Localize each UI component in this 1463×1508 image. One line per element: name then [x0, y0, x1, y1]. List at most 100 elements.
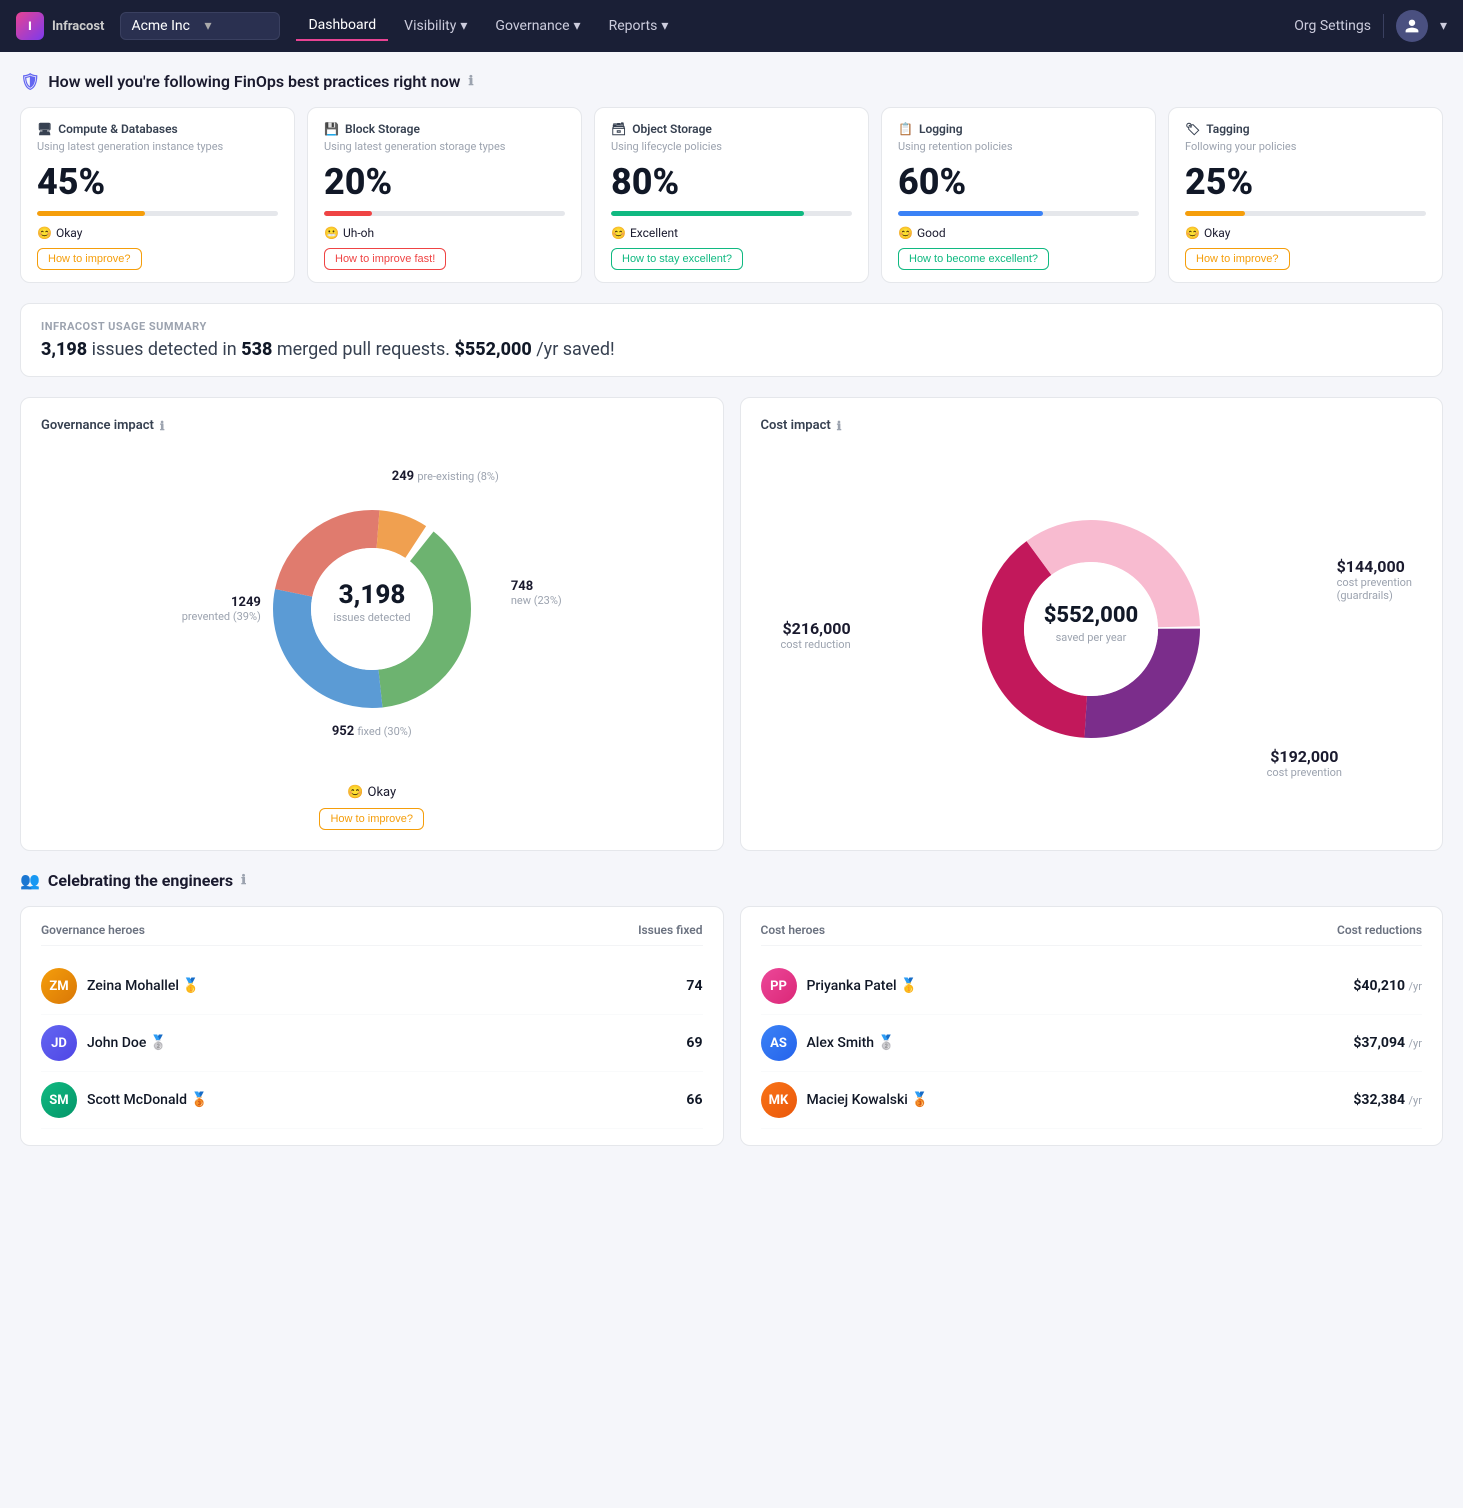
- card-percent-tagging: 25%: [1185, 161, 1426, 203]
- info-icon-header: ℹ: [468, 74, 473, 89]
- card-title-block: 💾 Block Storage: [324, 122, 565, 136]
- finops-card-object: 🗃 Object Storage Using lifecycle policie…: [594, 107, 869, 283]
- card-title-object: 🗃 Object Storage: [611, 122, 852, 136]
- card-status-block: 😬 Uh-oh: [324, 226, 565, 240]
- cost-heroes-card: Cost heroes Cost reductions PP Priyanka …: [740, 906, 1444, 1146]
- user-avatar[interactable]: [1396, 10, 1428, 42]
- org-settings-link[interactable]: Org Settings: [1294, 18, 1371, 34]
- cost-avatar-2: MK: [761, 1082, 797, 1118]
- nav-dashboard[interactable]: Dashboard: [296, 11, 388, 41]
- summary-label: INFRACOST USAGE SUMMARY: [41, 320, 1422, 333]
- governance-improve-btn[interactable]: How to improve?: [319, 808, 424, 830]
- governance-donut-svg: 3,198 issues detected: [262, 499, 482, 719]
- celebrating-title: Celebrating the engineers: [48, 871, 233, 890]
- governance-status-icon: 😊: [347, 785, 363, 800]
- nav-divider: [1383, 14, 1384, 38]
- governance-hero-name-2: Scott McDonald 🥉: [87, 1092, 676, 1108]
- governance-hero-name-0: Zeina Mohallel 🥇: [87, 978, 676, 994]
- cost-hero-row-1: AS Alex Smith 🥈 $37,094 /yr: [761, 1015, 1423, 1072]
- nav-visibility[interactable]: Visibility ▾: [392, 12, 479, 40]
- cost-reductions-col: Cost reductions: [1337, 923, 1422, 937]
- improve-btn-object[interactable]: How to stay excellent?: [611, 248, 743, 270]
- cost-hero-name-2: Maciej Kowalski 🥉: [807, 1092, 1344, 1108]
- summary-savings: $552,000: [454, 339, 531, 360]
- finops-grid: 🖥 Compute & Databases Using latest gener…: [20, 107, 1443, 283]
- shield-icon: 🛡: [20, 72, 40, 91]
- celebrating-info-icon: ℹ: [241, 873, 246, 888]
- svg-text:saved per year: saved per year: [1056, 631, 1127, 644]
- cost-heroes-header: Cost heroes Cost reductions: [761, 923, 1423, 946]
- progress-fill-compute: [37, 211, 145, 216]
- org-selector[interactable]: Acme Inc ▾: [120, 12, 280, 40]
- card-title-compute: 🖥 Compute & Databases: [37, 122, 278, 136]
- summary-banner: INFRACOST USAGE SUMMARY 3,198 issues det…: [20, 303, 1443, 377]
- nav-governance[interactable]: Governance ▾: [483, 12, 592, 40]
- progress-bar-object: [611, 211, 852, 216]
- governance-heroes-card: Governance heroes Issues fixed ZM Zeina …: [20, 906, 724, 1146]
- card-subtitle-logging: Using retention policies: [898, 140, 1139, 153]
- visibility-chevron: ▾: [460, 18, 467, 34]
- cost-chart-card: Cost impact ℹ $216,000 cost reduction: [740, 397, 1444, 851]
- cost-avatar-0: PP: [761, 968, 797, 1004]
- cost-info-icon: ℹ: [837, 419, 842, 433]
- card-status-tagging: 😊 Okay: [1185, 226, 1426, 240]
- cost-hero-name-1: Alex Smith 🥈: [807, 1035, 1344, 1051]
- card-percent-object: 80%: [611, 161, 852, 203]
- cost-heroes-title: Cost heroes: [761, 923, 826, 937]
- brand-name: Infracost: [52, 19, 104, 34]
- tagging-icon: 🏷: [1185, 122, 1200, 136]
- card-status-logging: 😊 Good: [898, 226, 1139, 240]
- compute-icon: 🖥: [37, 122, 52, 136]
- card-percent-compute: 45%: [37, 161, 278, 203]
- summary-prs: 538: [241, 339, 272, 360]
- governance-hero-row-2: SM Scott McDonald 🥉 66: [41, 1072, 703, 1129]
- label-cost-reduction: $216,000 cost reduction: [781, 619, 851, 651]
- status-icon-block: 😬: [324, 226, 339, 240]
- progress-fill-block: [324, 211, 372, 216]
- svg-text:issues detected: issues detected: [333, 611, 410, 624]
- label-cost-guardrails: $144,000 cost prevention (guardrails): [1337, 557, 1412, 602]
- org-chevron: ▾: [204, 18, 269, 34]
- summary-issues: 3,198: [41, 339, 87, 360]
- user-chevron[interactable]: ▾: [1440, 18, 1447, 34]
- celebrating-header: 👥 Celebrating the engineers ℹ: [20, 871, 1443, 890]
- cost-avatar-1: AS: [761, 1025, 797, 1061]
- navbar: I Infracost Acme Inc ▾ Dashboard Visibil…: [0, 0, 1463, 52]
- progress-bar-compute: [37, 211, 278, 216]
- progress-bar-block: [324, 211, 565, 216]
- governance-chart-footer: 😊 Okay How to improve?: [41, 785, 703, 830]
- nav-reports[interactable]: Reports ▾: [597, 12, 681, 40]
- label-prevented: 1249 prevented (39%): [182, 595, 261, 623]
- status-icon-logging: 😊: [898, 226, 913, 240]
- governance-hero-name-1: John Doe 🥈: [87, 1035, 676, 1051]
- cost-hero-name-0: Priyanka Patel 🥇: [807, 978, 1344, 994]
- governance-issues-col: Issues fixed: [638, 923, 702, 937]
- heroes-grid: Governance heroes Issues fixed ZM Zeina …: [20, 906, 1443, 1146]
- page-title: How well you're following FinOps best pr…: [48, 72, 460, 91]
- brand-logo: I: [16, 12, 44, 40]
- governance-status: 😊 Okay: [41, 785, 703, 800]
- reports-chevron: ▾: [661, 18, 668, 34]
- card-subtitle-tagging: Following your policies: [1185, 140, 1426, 153]
- cost-donut-svg: $552,000 saved per year: [971, 509, 1211, 749]
- label-preexisting: 249 pre-existing (8%): [392, 469, 499, 484]
- cost-hero-val-1: $37,094 /yr: [1353, 1035, 1422, 1051]
- governance-chart-title: Governance impact ℹ: [41, 418, 703, 433]
- governance-hero-row-1: JD John Doe 🥈 69: [41, 1015, 703, 1072]
- governance-info-icon: ℹ: [160, 419, 165, 433]
- governance-hero-val-2: 66: [686, 1092, 702, 1108]
- status-icon-tagging: 😊: [1185, 226, 1200, 240]
- governance-chevron: ▾: [574, 18, 581, 34]
- governance-heroes-title: Governance heroes: [41, 923, 145, 937]
- governance-hero-row-0: ZM Zeina Mohallel 🥇 74: [41, 958, 703, 1015]
- improve-btn-tagging[interactable]: How to improve?: [1185, 248, 1290, 270]
- logging-icon: 📋: [898, 122, 913, 136]
- improve-btn-block[interactable]: How to improve fast!: [324, 248, 446, 270]
- label-cost-prevention: $192,000 cost prevention: [1267, 747, 1342, 779]
- block-icon: 💾: [324, 122, 339, 136]
- improve-btn-compute[interactable]: How to improve?: [37, 248, 142, 270]
- improve-btn-logging[interactable]: How to become excellent?: [898, 248, 1049, 270]
- governance-hero-val-1: 69: [686, 1035, 702, 1051]
- page-header: 🛡 How well you're following FinOps best …: [20, 72, 1443, 91]
- org-name: Acme Inc: [131, 18, 196, 34]
